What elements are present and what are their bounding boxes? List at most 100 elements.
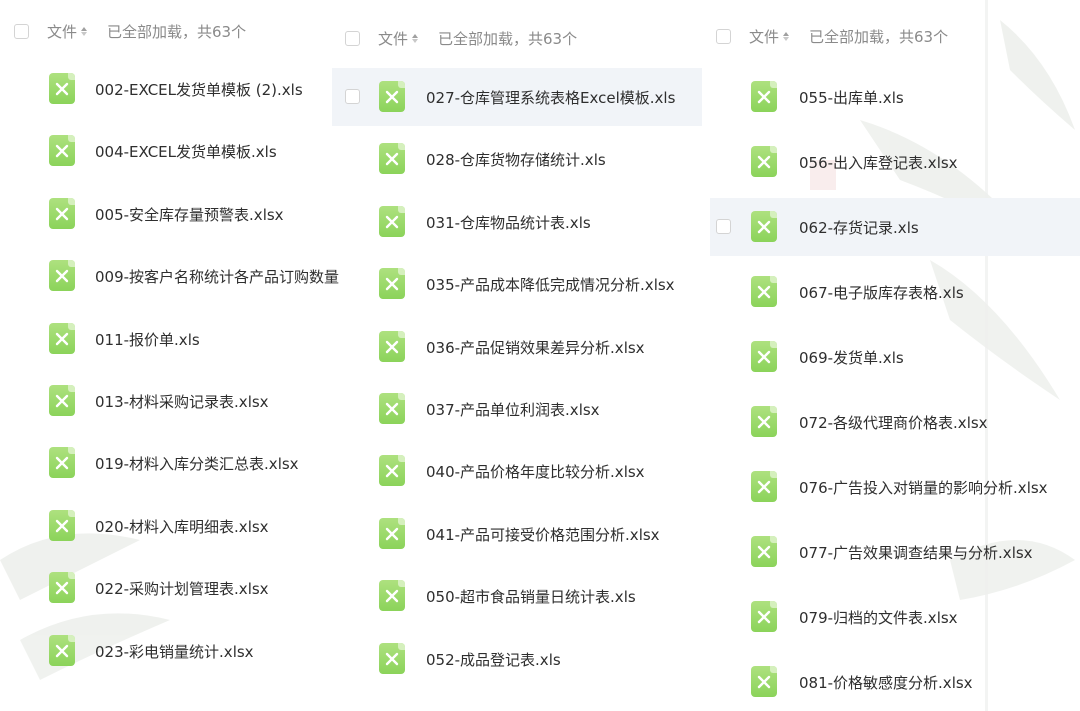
row-checkbox[interactable] xyxy=(345,89,360,104)
file-row[interactable]: 037-产品单位利润表.xlsx xyxy=(332,380,702,438)
excel-x-mark xyxy=(55,456,69,469)
excel-x-mark xyxy=(385,527,399,540)
file-column-header[interactable]: 文件 xyxy=(378,28,419,49)
file-name[interactable]: 081-价格敏感度分析.xlsx xyxy=(799,672,973,693)
file-name[interactable]: 005-安全库存量预警表.xlsx xyxy=(95,204,284,225)
file-row[interactable]: 035-产品成本降低完成情况分析.xlsx xyxy=(332,255,702,313)
file-name[interactable]: 036-产品促销效果差异分析.xlsx xyxy=(426,337,645,358)
file-row[interactable]: 050-超市食品销量日统计表.xls xyxy=(332,567,702,625)
excel-file-icon xyxy=(751,341,777,372)
file-row[interactable]: 019-材料入库分类汇总表.xlsx xyxy=(0,434,330,492)
file-name[interactable]: 027-仓库管理系统表格Excel模板.xls xyxy=(426,87,675,108)
file-row[interactable]: 052-成品登记表.xls xyxy=(332,630,702,688)
file-row[interactable]: 028-仓库货物存储统计.xls xyxy=(332,130,702,188)
file-panel-2: 文件 已全部加载，共63个 027-仓库管理系统表格Excel模板.xls 028… xyxy=(332,0,702,711)
excel-file-icon xyxy=(49,572,75,603)
file-panel-3: 文件 已全部加载，共63个 055-出库单.xls 056-出入库登记表.xlsx… xyxy=(710,0,1080,711)
file-row[interactable]: 005-安全库存量预警表.xlsx xyxy=(0,185,330,243)
file-name[interactable]: 020-材料入库明细表.xlsx xyxy=(95,516,269,537)
file-name[interactable]: 035-产品成本降低完成情况分析.xlsx xyxy=(426,274,675,295)
file-name[interactable]: 028-仓库货物存储统计.xls xyxy=(426,149,606,170)
sort-icon[interactable] xyxy=(412,33,419,43)
file-row[interactable]: 023-彩电销量统计.xlsx xyxy=(0,622,330,680)
file-name[interactable]: 056-出入库登记表.xlsx xyxy=(799,152,958,173)
excel-file-icon xyxy=(751,471,777,502)
excel-file-icon xyxy=(49,385,75,416)
file-column-header[interactable]: 文件 xyxy=(749,26,790,47)
file-row[interactable]: 027-仓库管理系统表格Excel模板.xls xyxy=(332,68,702,126)
file-name[interactable]: 077-广告效果调查结果与分析.xlsx xyxy=(799,542,1033,563)
excel-file-icon xyxy=(751,81,777,112)
file-name[interactable]: 067-电子版库存表格.xls xyxy=(799,282,964,303)
file-name[interactable]: 022-采购计划管理表.xlsx xyxy=(95,578,269,599)
file-row[interactable]: 062-存货记录.xls xyxy=(710,198,1080,256)
excel-file-icon xyxy=(379,393,405,424)
file-row[interactable]: 076-广告投入对销量的影响分析.xlsx xyxy=(710,458,1080,516)
file-row[interactable]: 072-各级代理商价格表.xlsx xyxy=(710,393,1080,451)
excel-file-icon xyxy=(751,146,777,177)
file-row[interactable]: 002-EXCEL发货单模板 (2).xls xyxy=(0,60,330,118)
select-all-checkbox[interactable] xyxy=(345,30,360,46)
excel-file-icon xyxy=(379,518,405,549)
file-row[interactable]: 020-材料入库明细表.xlsx xyxy=(0,497,330,555)
excel-x-mark xyxy=(385,464,399,477)
file-name[interactable]: 072-各级代理商价格表.xlsx xyxy=(799,412,988,433)
row-checkbox[interactable] xyxy=(716,219,731,234)
file-name[interactable]: 019-材料入库分类汇总表.xlsx xyxy=(95,453,299,474)
file-name[interactable]: 040-产品价格年度比较分析.xlsx xyxy=(426,461,645,482)
excel-x-mark xyxy=(757,545,771,558)
file-name[interactable]: 076-广告投入对销量的影响分析.xlsx xyxy=(799,477,1048,498)
file-row[interactable]: 077-广告效果调查结果与分析.xlsx xyxy=(710,523,1080,581)
select-all-checkbox[interactable] xyxy=(14,23,29,39)
file-row[interactable]: 040-产品价格年度比较分析.xlsx xyxy=(332,442,702,500)
file-row[interactable]: 079-归档的文件表.xlsx xyxy=(710,588,1080,646)
file-name[interactable]: 041-产品可接受价格范围分析.xlsx xyxy=(426,524,660,545)
sort-icon[interactable] xyxy=(81,26,88,36)
file-row[interactable]: 036-产品促销效果差异分析.xlsx xyxy=(332,318,702,376)
excel-x-mark xyxy=(757,155,771,168)
file-name[interactable]: 079-归档的文件表.xlsx xyxy=(799,607,958,628)
sort-icon[interactable] xyxy=(783,31,790,41)
file-row[interactable]: 011-报价单.xls xyxy=(0,310,330,368)
excel-x-mark xyxy=(385,215,399,228)
file-name[interactable]: 031-仓库物品统计表.xls xyxy=(426,212,591,233)
file-row[interactable]: 055-出库单.xls xyxy=(710,68,1080,126)
file-column-label: 文件 xyxy=(378,29,409,48)
excel-x-mark xyxy=(55,394,69,407)
file-name[interactable]: 023-彩电销量统计.xlsx xyxy=(95,641,254,662)
excel-file-icon xyxy=(379,268,405,299)
excel-file-icon xyxy=(379,643,405,674)
file-row[interactable]: 069-发货单.xls xyxy=(710,328,1080,386)
file-name[interactable]: 062-存货记录.xls xyxy=(799,217,919,238)
file-row[interactable]: 067-电子版库存表格.xls xyxy=(710,263,1080,321)
file-row[interactable]: 041-产品可接受价格范围分析.xlsx xyxy=(332,505,702,563)
file-row[interactable]: 013-材料采购记录表.xlsx xyxy=(0,372,330,430)
excel-x-mark xyxy=(757,220,771,233)
file-name[interactable]: 037-产品单位利润表.xlsx xyxy=(426,399,600,420)
file-name[interactable]: 052-成品登记表.xls xyxy=(426,649,561,670)
file-row[interactable]: 056-出入库登记表.xlsx xyxy=(710,133,1080,191)
excel-file-icon xyxy=(751,601,777,632)
excel-x-mark xyxy=(385,152,399,165)
excel-x-mark xyxy=(757,285,771,298)
panel-header: 文件 已全部加载，共63个 xyxy=(345,26,577,50)
file-column-header[interactable]: 文件 xyxy=(47,21,88,42)
excel-x-mark xyxy=(757,610,771,623)
file-name[interactable]: 050-超市食品销量日统计表.xls xyxy=(426,586,636,607)
file-name[interactable]: 009-按客户名称统计各产品订购数量 xyxy=(95,266,339,287)
excel-x-mark xyxy=(385,589,399,602)
file-row[interactable]: 009-按客户名称统计各产品订购数量 xyxy=(0,247,339,305)
file-name[interactable]: 055-出库单.xls xyxy=(799,87,904,108)
file-row[interactable]: 004-EXCEL发货单模板.xls xyxy=(0,122,330,180)
file-column-label: 文件 xyxy=(47,22,78,41)
select-all-checkbox[interactable] xyxy=(716,28,731,44)
file-name[interactable]: 002-EXCEL发货单模板 (2).xls xyxy=(95,79,303,100)
file-row[interactable]: 031-仓库物品统计表.xls xyxy=(332,193,702,251)
file-row[interactable]: 022-采购计划管理表.xlsx xyxy=(0,559,330,617)
file-name[interactable]: 004-EXCEL发货单模板.xls xyxy=(95,141,277,162)
file-row[interactable]: 081-价格敏感度分析.xlsx xyxy=(710,653,1080,711)
excel-x-mark xyxy=(55,332,69,345)
file-name[interactable]: 069-发货单.xls xyxy=(799,347,904,368)
file-name[interactable]: 011-报价单.xls xyxy=(95,329,200,350)
file-name[interactable]: 013-材料采购记录表.xlsx xyxy=(95,391,269,412)
